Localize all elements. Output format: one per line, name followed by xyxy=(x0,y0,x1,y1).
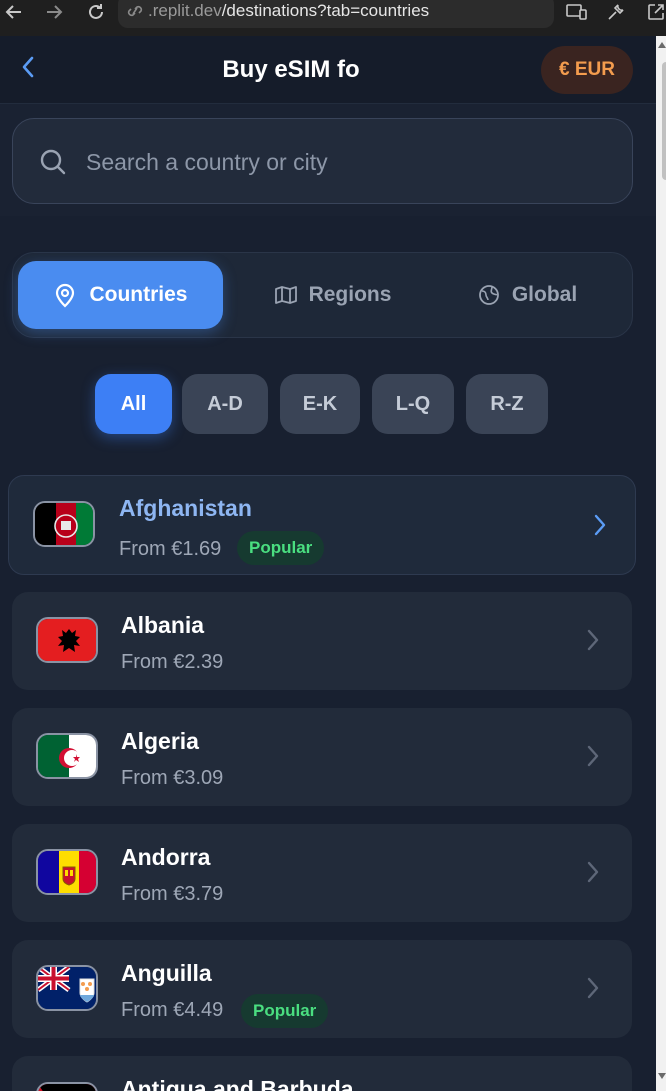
wrench-icon[interactable] xyxy=(603,0,629,24)
country-name: Anguilla xyxy=(121,960,212,986)
country-price: From €4.49 xyxy=(121,999,224,1021)
tab-countries[interactable]: Countries xyxy=(18,261,223,329)
country-name: Andorra xyxy=(121,844,211,870)
url-host: .replit.dev xyxy=(148,1,222,20)
scroll-down-arrow-icon[interactable] xyxy=(658,1073,666,1079)
tab-label: Countries xyxy=(89,283,188,306)
page-title: Buy eSIM fo xyxy=(222,56,360,83)
country-card-algeria[interactable]: Algeria From €3.09 xyxy=(12,708,632,806)
search-placeholder: Search a country or city xyxy=(86,149,328,175)
tab-label: Regions xyxy=(308,283,392,306)
country-card-afghanistan[interactable]: Afghanistan From €1.69 Popular xyxy=(8,475,636,575)
filter-r-z[interactable]: R-Z xyxy=(466,374,548,434)
filter-e-k[interactable]: E-K xyxy=(280,374,360,434)
country-price: From €1.69 xyxy=(119,538,222,560)
search-input[interactable]: Search a country or city xyxy=(12,118,633,204)
tab-label: Global xyxy=(511,283,578,306)
page-scrollbar[interactable] xyxy=(656,36,666,1091)
open-external-icon[interactable] xyxy=(643,0,666,24)
country-card-antigua-and-barbuda[interactable]: Antigua and Barbuda xyxy=(12,1056,632,1091)
search-icon xyxy=(39,148,67,181)
destination-tabs: Countries Regions Global xyxy=(12,252,633,338)
chevron-right-icon xyxy=(586,861,600,888)
device-toolbar-icon[interactable] xyxy=(564,0,590,24)
filter-all[interactable]: All xyxy=(95,374,172,434)
browser-toolbar: .replit.dev/destinations?tab=countries xyxy=(0,0,666,36)
flag-andorra-icon xyxy=(36,849,98,895)
flag-antigua-and-barbuda-icon xyxy=(36,1082,98,1091)
country-card-albania[interactable]: Albania From €2.39 xyxy=(12,592,632,690)
filter-l-q[interactable]: L-Q xyxy=(372,374,454,434)
globe-icon xyxy=(478,284,500,306)
scroll-up-arrow-icon[interactable] xyxy=(658,42,666,48)
url-path: /destinations?tab=countries xyxy=(221,1,430,20)
country-name: Afghanistan xyxy=(119,495,252,521)
country-price: From €3.09 xyxy=(121,767,224,789)
tab-regions[interactable]: Regions xyxy=(233,261,433,329)
app-header: Buy eSIM fo € EUR xyxy=(0,36,656,104)
chevron-right-icon xyxy=(586,977,600,1004)
search-section: Search a country or city xyxy=(0,104,656,216)
link-icon xyxy=(126,4,144,18)
chevron-right-icon xyxy=(586,745,600,772)
country-name: Antigua and Barbuda xyxy=(121,1076,354,1091)
country-name: Algeria xyxy=(121,728,199,754)
flag-algeria-icon xyxy=(36,733,98,779)
browser-reload-icon[interactable] xyxy=(82,0,110,24)
country-price: From €3.79 xyxy=(121,883,224,905)
scrollbar-thumb[interactable] xyxy=(662,62,666,180)
popular-badge: Popular xyxy=(241,994,329,1028)
country-card-anguilla[interactable]: Anguilla From €4.49 Popular xyxy=(12,940,632,1038)
address-bar[interactable]: .replit.dev/destinations?tab=countries xyxy=(118,0,554,28)
browser-forward-icon[interactable] xyxy=(40,0,68,24)
map-pin-icon xyxy=(53,282,77,308)
country-price: From €2.39 xyxy=(121,651,224,673)
map-icon xyxy=(274,285,297,305)
tab-global[interactable]: Global xyxy=(425,261,630,329)
flag-afghanistan-icon xyxy=(33,501,95,547)
browser-back-icon[interactable] xyxy=(0,0,28,24)
country-name: Albania xyxy=(121,612,205,638)
currency-button[interactable]: € EUR xyxy=(541,46,633,94)
flag-anguilla-icon xyxy=(36,965,98,1011)
flag-albania-icon xyxy=(36,617,98,663)
country-card-andorra[interactable]: Andorra From €3.79 xyxy=(12,824,632,922)
filter-a-d[interactable]: A-D xyxy=(182,374,268,434)
chevron-right-icon xyxy=(593,514,607,541)
chevron-right-icon xyxy=(586,629,600,656)
popular-badge: Popular xyxy=(237,531,325,565)
